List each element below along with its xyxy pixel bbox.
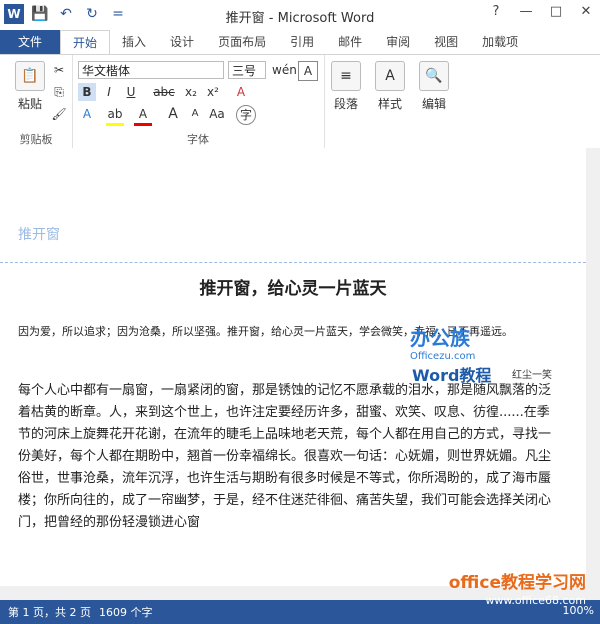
font-name-combo[interactable]: 华文楷体 xyxy=(78,61,224,79)
body-paragraph[interactable]: 每个人心中都有一扇窗，一扇紧闭的窗，那是锈蚀的记忆不愿承载的泪水，那是随风飘落的… xyxy=(18,380,558,534)
shrink-font-icon[interactable]: A xyxy=(186,105,204,123)
author-name: 红尘一笑 xyxy=(512,370,552,381)
font-color-icon[interactable]: A xyxy=(134,105,152,126)
phonetic-guide-icon[interactable]: wén xyxy=(272,61,297,79)
highlight-icon[interactable]: ab xyxy=(106,105,124,126)
tab-design[interactable]: 设计 xyxy=(158,30,206,54)
editing-label: 编辑 xyxy=(421,97,446,111)
binoculars-icon: 🔍 xyxy=(419,61,449,91)
brand-watermark: office教程学习网 xyxy=(448,573,586,593)
vertical-scrollbar[interactable] xyxy=(586,148,600,600)
tab-mailings[interactable]: 邮件 xyxy=(326,30,374,54)
header-divider xyxy=(0,262,586,263)
paste-button[interactable]: 📋 粘贴 xyxy=(8,61,52,112)
format-painter-icon[interactable]: 🖌 xyxy=(50,105,68,123)
italic-button[interactable]: I xyxy=(100,83,118,101)
strikethrough-button[interactable]: abc xyxy=(150,83,178,101)
paste-icon: 📋 xyxy=(15,61,45,91)
clipboard-group-label: 剪贴板 xyxy=(19,133,53,146)
styles-button[interactable]: A 样式 xyxy=(368,61,412,112)
copy-icon[interactable]: ⎘ xyxy=(50,83,68,101)
document-area: 推开窗 推开窗，给心灵一片蓝天 因为爱，所以追求；因为沧桑，所以坚强。推开窗，给… xyxy=(0,148,600,600)
word-count[interactable]: 1609 个字 xyxy=(99,604,153,620)
tab-references[interactable]: 引用 xyxy=(278,30,326,54)
tab-layout[interactable]: 页面布局 xyxy=(206,30,278,54)
brand-url: www.office68.com xyxy=(485,594,586,607)
change-case-icon[interactable]: Aa xyxy=(208,105,226,123)
paragraph-button[interactable]: ≡ 段落 xyxy=(324,61,368,112)
styles-label: 样式 xyxy=(377,97,402,111)
font-group: 华文楷体 三号 wén A B I U abc x₂ x² A A ab A A… xyxy=(72,55,325,149)
char-border-icon[interactable]: A xyxy=(298,61,318,81)
font-group-label: 字体 xyxy=(187,133,209,146)
close-button[interactable]: ✕ xyxy=(576,4,596,19)
restore-button[interactable]: □ xyxy=(546,4,566,19)
title-bar: W 💾 ↶ ↻ = 推开窗 - Microsoft Word ? — □ ✕ xyxy=(0,0,600,30)
tab-review[interactable]: 审阅 xyxy=(374,30,422,54)
font-size-combo[interactable]: 三号 xyxy=(228,61,266,79)
window-controls: ? — □ ✕ xyxy=(486,4,596,19)
watermark-site-en: Officezu.com xyxy=(410,351,476,362)
clipboard-group: 📋 粘贴 ✂ ⎘ 🖌 剪贴板 xyxy=(0,55,73,149)
document-title[interactable]: 推开窗，给心灵一片蓝天 xyxy=(0,274,586,299)
editing-button[interactable]: 🔍 编辑 xyxy=(412,61,456,112)
help-button[interactable]: ? xyxy=(486,4,506,19)
tab-addins[interactable]: 加载项 xyxy=(470,30,530,54)
tab-file[interactable]: 文件 xyxy=(0,30,61,54)
document-page[interactable]: 推开窗 推开窗，给心灵一片蓝天 因为爱，所以追求；因为沧桑，所以坚强。推开窗，给… xyxy=(0,148,586,600)
minimize-button[interactable]: — xyxy=(516,4,536,19)
paragraph-label: 段落 xyxy=(333,97,358,111)
watermark-site-cn: 办公族 xyxy=(410,326,470,350)
cut-icon[interactable]: ✂ xyxy=(50,61,68,79)
clear-format-icon[interactable]: A xyxy=(232,83,250,101)
tab-view[interactable]: 视图 xyxy=(422,30,470,54)
header-text[interactable]: 推开窗 xyxy=(18,224,60,244)
text-effects-icon[interactable]: A xyxy=(78,105,96,123)
styles-icon: A xyxy=(375,61,405,91)
superscript-button[interactable]: x² xyxy=(204,83,222,101)
tab-home[interactable]: 开始 xyxy=(60,30,111,54)
bold-button[interactable]: B xyxy=(78,83,96,101)
grow-font-icon[interactable]: A xyxy=(164,105,182,123)
subscript-button[interactable]: x₂ xyxy=(182,83,200,101)
tab-insert[interactable]: 插入 xyxy=(110,30,158,54)
enclose-char-icon[interactable]: 字 xyxy=(236,105,256,125)
underline-button[interactable]: U xyxy=(122,83,140,101)
paste-label: 粘贴 xyxy=(17,97,42,111)
ribbon: 📋 粘贴 ✂ ⎘ 🖌 剪贴板 华文楷体 三号 wén A B I U abc x… xyxy=(0,54,600,150)
paragraph-icon: ≡ xyxy=(331,61,361,91)
page-count[interactable]: 第 1 页，共 2 页 xyxy=(8,604,91,620)
ribbon-tabs: 文件 开始 插入 设计 页面布局 引用 邮件 审阅 视图 加载项 xyxy=(0,30,600,54)
